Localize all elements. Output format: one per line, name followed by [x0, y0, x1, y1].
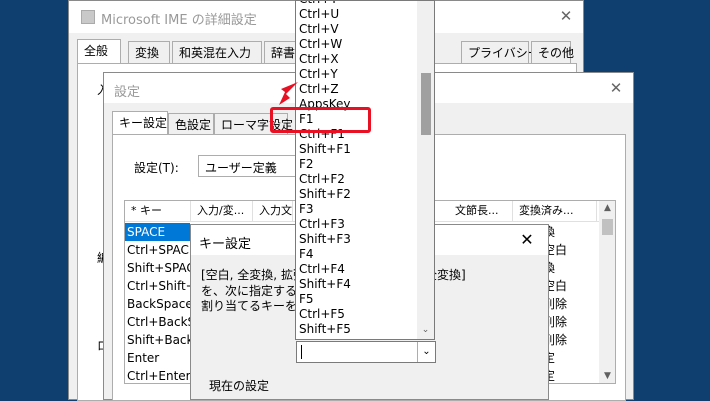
arrow-pointer-icon — [279, 82, 298, 105]
current-setting-label: 現在の設定 — [209, 379, 270, 393]
tab-key-settings[interactable]: キー設定 — [112, 111, 168, 135]
dropdown-item[interactable]: F5 — [296, 292, 416, 307]
highlight-box — [270, 107, 371, 133]
table-row[interactable]: Enter — [125, 349, 159, 367]
dropdown-item[interactable]: Ctrl+U — [296, 7, 416, 22]
scroll-thumb[interactable] — [602, 219, 613, 235]
dropdown-item[interactable]: Shift+F5 — [296, 322, 416, 337]
tab-conversion[interactable]: 変換 — [128, 41, 170, 63]
text-caret — [301, 345, 302, 359]
dropdown-item[interactable]: Ctrl+F5 — [296, 307, 416, 322]
key-dropdown-list[interactable]: Ctrl+TCtrl+UCtrl+VCtrl+WCtrl+XCtrl+YCtrl… — [295, 0, 435, 340]
key-dialog-desc-1: [空白, 全変換, 拡張 — [201, 268, 305, 282]
key-dialog-close-icon[interactable]: ✕ — [516, 229, 538, 251]
dropdown-item[interactable]: Ctrl+F3 — [296, 217, 416, 232]
dropdown-item[interactable]: F4 — [296, 247, 416, 262]
listview-scrollbar[interactable]: ▲ ▼ — [599, 201, 615, 383]
settings-window-title: 設定 — [114, 85, 141, 100]
dropdown-scrollbar[interactable]: ⌄ — [417, 1, 434, 339]
ime-app-icon — [81, 10, 95, 24]
tab-mixed-input[interactable]: 和英混在入力 — [172, 41, 262, 63]
dropdown-item[interactable]: F3 — [296, 202, 416, 217]
tab-other[interactable]: その他 — [531, 41, 574, 63]
col-phrase-length[interactable]: 文節長... — [449, 201, 513, 221]
setting-select[interactable]: ユーザー定義 — [198, 155, 298, 177]
scroll-up-icon[interactable]: ▲ — [599, 203, 615, 213]
tab-color-settings[interactable]: 色設定 — [168, 113, 214, 135]
dropdown-scroll-down-icon[interactable]: ⌄ — [417, 325, 434, 335]
dropdown-item[interactable]: Shift+F1 — [296, 142, 416, 157]
combo-chevron-down-icon[interactable]: ⌄ — [417, 342, 435, 362]
col-converted[interactable]: 変換済み... — [513, 201, 597, 221]
dropdown-item[interactable]: Ctrl+X — [296, 52, 416, 67]
dropdown-item[interactable]: Ctrl+T — [296, 1, 416, 7]
dropdown-item[interactable]: Ctrl+V — [296, 22, 416, 37]
key-dialog-title: キー設定 — [199, 237, 252, 252]
tab-privacy[interactable]: プライバシー — [461, 41, 540, 63]
settings-close-icon[interactable]: ✕ — [605, 77, 627, 99]
table-row[interactable]: Ctrl+Enter — [125, 367, 191, 383]
setting-select-value: ユーザー定義 — [205, 161, 277, 175]
dropdown-item[interactable]: Ctrl+Y — [296, 67, 416, 82]
col-input-text[interactable]: 入力文 — [253, 201, 293, 221]
dropdown-items: Ctrl+TCtrl+UCtrl+VCtrl+WCtrl+XCtrl+YCtrl… — [296, 1, 416, 337]
dropdown-item[interactable]: Shift+F2 — [296, 187, 416, 202]
ime-close-icon[interactable]: ✕ — [555, 5, 577, 27]
key-combo-box[interactable]: ⌄ — [296, 341, 436, 363]
dropdown-item[interactable]: Shift+F4 — [296, 277, 416, 292]
tab-general[interactable]: 全般 — [77, 39, 121, 63]
table-row[interactable]: Ctrl+SPACE — [125, 241, 196, 259]
dropdown-item[interactable]: Ctrl+Z — [296, 82, 416, 97]
setting-label: 設定(T): — [134, 161, 179, 175]
dropdown-item[interactable]: Ctrl+W — [296, 37, 416, 52]
dropdown-scroll-thumb[interactable] — [421, 73, 431, 135]
dropdown-item[interactable]: F2 — [296, 157, 416, 172]
dropdown-item[interactable]: Shift+F3 — [296, 232, 416, 247]
col-key[interactable]: * キー — [125, 201, 191, 221]
ime-window-title: Microsoft IME の詳細設定 — [101, 13, 257, 28]
dropdown-item[interactable]: Ctrl+F2 — [296, 172, 416, 187]
table-row[interactable]: BackSpace — [125, 295, 193, 313]
scroll-down-icon[interactable]: ▼ — [599, 371, 615, 381]
table-row[interactable]: SPACE — [125, 223, 190, 241]
dropdown-item[interactable]: Ctrl+F4 — [296, 262, 416, 277]
col-input[interactable]: 入力/変... — [191, 201, 253, 221]
